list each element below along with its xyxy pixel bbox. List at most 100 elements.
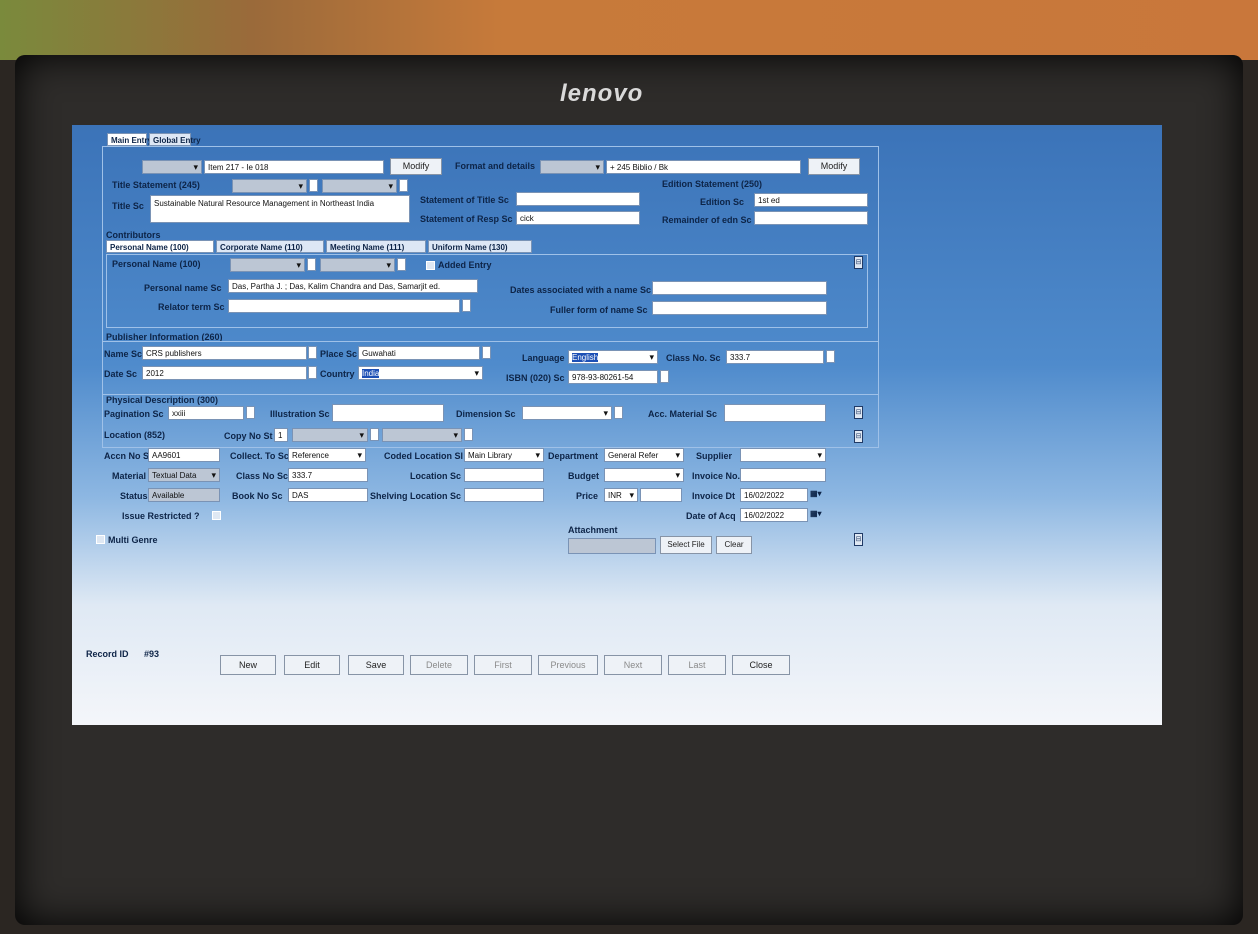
budget-select[interactable]: [604, 468, 684, 482]
personal-subtype-box[interactable]: [397, 258, 406, 271]
publisher-name-field[interactable]: CRS publishers: [142, 346, 307, 360]
dates-field[interactable]: [652, 281, 827, 295]
tab-corporate-name[interactable]: Corporate Name (110): [216, 240, 324, 253]
isbn-field[interactable]: 978-93-80261-54: [568, 370, 658, 384]
title-subtype-select[interactable]: [322, 179, 397, 193]
tab-main-entry[interactable]: Main Entry: [107, 133, 152, 146]
physical-expand-icon[interactable]: ⊟: [854, 406, 863, 419]
currency-select[interactable]: INR: [604, 488, 638, 502]
record-format-field[interactable]: + 245 Biblio / Bk: [606, 160, 801, 174]
title-option-box[interactable]: [309, 179, 318, 192]
material-select[interactable]: Textual Data: [148, 468, 220, 482]
personal-type-select[interactable]: [230, 258, 305, 272]
contrib-expand-icon[interactable]: ⊟: [854, 256, 863, 269]
search-value-field[interactable]: Item 217 - Ie 018: [204, 160, 384, 174]
dimension-select[interactable]: [522, 406, 612, 420]
remainder-field[interactable]: cick: [516, 211, 640, 225]
copy-subtype-select[interactable]: [382, 428, 462, 442]
multi-genre-label: Multi Genre: [108, 535, 158, 545]
dimension-label: Dimension Sc: [456, 409, 516, 419]
status-field[interactable]: Available: [148, 488, 220, 502]
responsibility-field[interactable]: [516, 192, 640, 206]
supplier-select[interactable]: [740, 448, 826, 462]
copy-type-box[interactable]: [370, 428, 379, 441]
invoice-field[interactable]: [740, 468, 826, 482]
personal-name-field[interactable]: Das, Partha J. ; Das, Kalim Chandra and …: [228, 279, 478, 293]
next-button[interactable]: Next: [604, 655, 662, 675]
isbn-spin[interactable]: [660, 370, 669, 383]
pagination-field[interactable]: xxiii: [168, 406, 244, 420]
tab-meeting-name[interactable]: Meeting Name (111): [326, 240, 426, 253]
copy-type-select[interactable]: [292, 428, 368, 442]
class-field[interactable]: 333.7: [726, 350, 824, 364]
copy-field[interactable]: 1: [274, 428, 288, 442]
new-button[interactable]: New: [220, 655, 276, 675]
invoice-calendar-icon[interactable]: ▦▾: [810, 489, 822, 498]
modify-button[interactable]: Modify: [390, 158, 442, 175]
supplier-label: Supplier: [696, 451, 733, 461]
title-type-select[interactable]: [232, 179, 307, 193]
save-button[interactable]: Save: [348, 655, 404, 675]
relator-label: Relator term Sc: [158, 302, 225, 312]
loc-field[interactable]: [464, 468, 544, 482]
department-select[interactable]: General Refer: [604, 448, 684, 462]
publisher-name-spin[interactable]: [308, 346, 317, 359]
close-button[interactable]: Close: [732, 655, 790, 675]
acq-date-field[interactable]: 16/02/2022: [740, 508, 808, 522]
attachment-field[interactable]: [568, 538, 656, 554]
coded-location-select[interactable]: Main Library: [464, 448, 544, 462]
relator-field[interactable]: [228, 299, 460, 313]
country-select[interactable]: India: [358, 366, 483, 380]
date-spin[interactable]: [308, 366, 317, 379]
edit-button[interactable]: Edit: [284, 655, 340, 675]
issue-restricted-checkbox[interactable]: [212, 511, 221, 520]
catalog-window: Main Entry Global Entry Item 217 - Ie 01…: [86, 133, 882, 693]
last-button[interactable]: Last: [668, 655, 726, 675]
illustration-field[interactable]: [332, 404, 444, 422]
price-field[interactable]: [640, 488, 682, 502]
title-subtype-box[interactable]: [399, 179, 408, 192]
remainder-edition-field[interactable]: [754, 211, 868, 225]
attachment-expand-icon[interactable]: ⊟: [854, 533, 863, 546]
shelving-field[interactable]: [464, 488, 544, 502]
publisher-name-label: Name Sc: [104, 349, 143, 359]
dimension-spin[interactable]: [614, 406, 623, 419]
accmaterial-field[interactable]: [724, 404, 826, 422]
edition-field[interactable]: 1st ed: [754, 193, 868, 207]
fuller-field[interactable]: [652, 301, 827, 315]
acq-date-label: Date of Acq: [686, 511, 736, 521]
title-field[interactable]: Sustainable Natural Resource Management …: [150, 195, 410, 223]
clear-button[interactable]: Clear: [716, 536, 752, 554]
search-type-select[interactable]: [142, 160, 202, 174]
language-label: Language: [522, 353, 565, 363]
tab-personal-name[interactable]: Personal Name (100): [106, 240, 214, 253]
location-expand-icon[interactable]: ⊟: [854, 430, 863, 443]
tab-global-entry[interactable]: Global Entry: [149, 133, 201, 146]
language-select[interactable]: English: [568, 350, 658, 364]
collect-select[interactable]: Reference: [288, 448, 366, 462]
personal-type-box[interactable]: [307, 258, 316, 271]
class-spin[interactable]: [826, 350, 835, 363]
select-file-button[interactable]: Select File: [660, 536, 712, 554]
place-spin[interactable]: [482, 346, 491, 359]
date-field[interactable]: 2012: [142, 366, 307, 380]
added-entry-checkbox[interactable]: [426, 261, 435, 270]
personal-subtype-select[interactable]: [320, 258, 395, 272]
delete-button[interactable]: Delete: [410, 655, 468, 675]
modify-format-button[interactable]: Modify: [808, 158, 860, 175]
edition-group-label: Edition Statement (250): [662, 179, 763, 189]
copy-subtype-box[interactable]: [464, 428, 473, 441]
multi-genre-checkbox[interactable]: [96, 535, 105, 544]
accn-field[interactable]: AA9601: [148, 448, 220, 462]
acq-calendar-icon[interactable]: ▦▾: [810, 509, 822, 518]
relator-spin[interactable]: [462, 299, 471, 312]
bookno-field[interactable]: DAS: [288, 488, 368, 502]
classno-field[interactable]: 333.7: [288, 468, 368, 482]
pagination-spin[interactable]: [246, 406, 255, 419]
previous-button[interactable]: Previous: [538, 655, 598, 675]
tab-uniform-name[interactable]: Uniform Name (130): [428, 240, 532, 253]
first-button[interactable]: First: [474, 655, 532, 675]
place-field[interactable]: Guwahati: [358, 346, 480, 360]
invoice-date-field[interactable]: 16/02/2022: [740, 488, 808, 502]
format-type-select[interactable]: [540, 160, 604, 174]
